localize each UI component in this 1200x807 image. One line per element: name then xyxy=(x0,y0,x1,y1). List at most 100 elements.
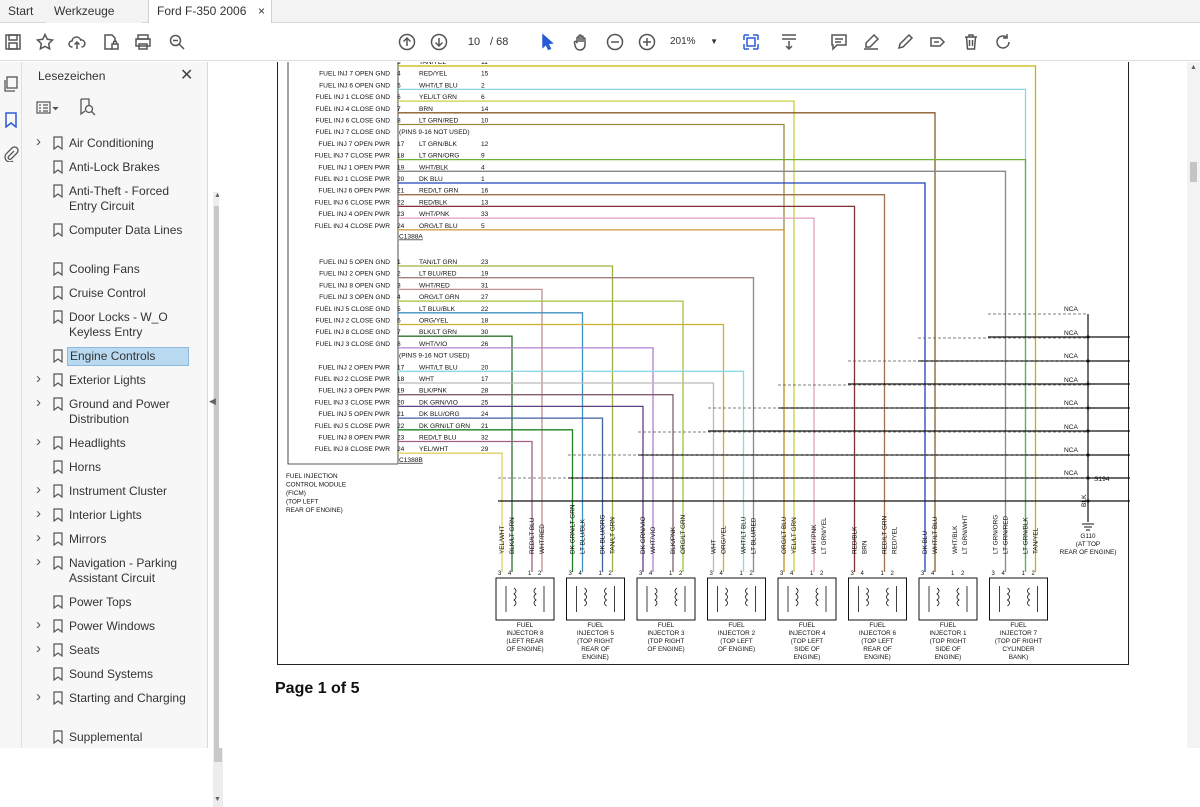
bookmark-icon xyxy=(52,619,64,637)
chevron-right-icon[interactable]: › xyxy=(36,134,41,149)
pin-number: 21 xyxy=(397,411,405,418)
wire-trace xyxy=(398,65,1037,572)
star-icon[interactable] xyxy=(34,31,56,53)
close-panel-icon[interactable]: ✕ xyxy=(180,65,193,85)
select-cursor-icon[interactable] xyxy=(536,31,558,53)
zoom-level-select[interactable]: 201% ▼ xyxy=(670,33,722,51)
print-icon[interactable] xyxy=(132,31,154,53)
tab-tools[interactable]: Werkzeuge xyxy=(46,0,142,23)
find-bookmark-icon[interactable] xyxy=(78,98,96,119)
module-label: FUEL INJECTION xyxy=(286,473,338,480)
collapse-panel-icon[interactable]: ◀ xyxy=(209,396,219,407)
zoom-in-icon[interactable] xyxy=(636,31,658,53)
page-down-icon[interactable] xyxy=(428,31,450,53)
bookmark-label: Sound Systems xyxy=(69,667,154,681)
injector-label: OF ENGINE) xyxy=(647,646,684,653)
pin-number: 18 xyxy=(397,153,405,160)
pin-function-label: FUEL INJ 2 CLOSE GND xyxy=(315,318,390,325)
pin-number: 18 xyxy=(397,376,405,383)
injector-coil-frame xyxy=(928,586,968,612)
scroll-down-icon[interactable]: ▼ xyxy=(214,796,221,803)
pin-number: 23 xyxy=(397,435,405,442)
chevron-right-icon[interactable]: › xyxy=(36,554,41,569)
injector-coil-frame xyxy=(576,586,615,612)
injector-wire-label: BRN xyxy=(862,540,869,554)
document-canvas[interactable]: 3 TAN/YEL 11 FUEL INJ 7 OPEN GND 4 RED/YEL 15 F… xyxy=(219,59,1200,748)
injector-pin-number: 2 xyxy=(820,571,824,577)
chevron-right-icon[interactable]: › xyxy=(36,434,41,449)
injector-wire-label: LT GRN/YEL xyxy=(821,517,828,554)
pin-number: 2 xyxy=(397,271,401,278)
scroll-up-icon[interactable]: ▲ xyxy=(1190,64,1197,71)
rotate-icon[interactable] xyxy=(992,31,1014,53)
wire-trace xyxy=(398,182,926,572)
pin-function-label: FUEL INJ 4 OPEN PWR xyxy=(318,211,390,218)
bookmark-icon xyxy=(52,310,64,328)
wire-color-label: RED/BLK xyxy=(419,199,448,206)
chevron-right-icon[interactable]: › xyxy=(36,641,41,656)
page-up-icon[interactable] xyxy=(396,31,418,53)
wire-color-label: YEL/WHT xyxy=(419,446,448,453)
injector-coil-icon xyxy=(865,587,890,607)
attachment-icon[interactable] xyxy=(3,146,19,165)
chevron-right-icon[interactable]: › xyxy=(36,530,41,545)
chevron-right-icon[interactable]: › xyxy=(36,689,41,704)
wire-color-label: ORG/YEL xyxy=(419,318,449,325)
close-tab-icon[interactable]: × xyxy=(258,0,265,23)
fit-page-icon[interactable] xyxy=(736,31,766,53)
page-number-input[interactable]: 10 xyxy=(462,33,486,51)
chevron-right-icon[interactable]: › xyxy=(36,395,41,410)
save-icon[interactable] xyxy=(2,31,24,53)
injector-label: OF ENGINE) xyxy=(718,646,755,653)
circuit-number: 27 xyxy=(481,294,489,301)
pin-function-label: FUEL INJ 1 OPEN PWR xyxy=(318,164,390,171)
injector-label: ENGINE) xyxy=(582,654,609,661)
pages-icon[interactable] xyxy=(3,76,19,95)
draw-icon[interactable] xyxy=(894,31,916,53)
injector-label: INJECTOR 5 xyxy=(577,630,615,637)
pin-number: 20 xyxy=(397,176,405,183)
highlight-pen-icon[interactable] xyxy=(860,31,882,53)
zoom-search-icon[interactable] xyxy=(166,31,188,53)
stamp-icon[interactable] xyxy=(926,31,948,53)
tab-start[interactable]: Start xyxy=(0,0,40,23)
lock-document-icon[interactable] xyxy=(100,31,122,53)
injector-coil-icon xyxy=(1006,587,1031,607)
injector-wire-label: WHT/LT BLU xyxy=(932,516,939,554)
pin-function-label: FUEL INJ 5 OPEN PWR xyxy=(318,411,390,418)
bookmark-options-icon[interactable] xyxy=(36,100,60,119)
bookmark-label: Engine Controls xyxy=(67,347,189,366)
chevron-right-icon[interactable]: › xyxy=(36,482,41,497)
chevron-right-icon[interactable]: › xyxy=(36,617,41,632)
circuit-number: 30 xyxy=(481,329,489,336)
injector-wire-label: TAN/LT GRN xyxy=(610,517,617,554)
hand-tool-icon[interactable] xyxy=(570,31,592,53)
wire-color-label: LT BLU/RED xyxy=(419,271,457,278)
bookmark-label: Door Locks - W_O Keyless Entry xyxy=(69,310,168,339)
injector-wire-label: WHT/LT BLU xyxy=(741,516,748,554)
chevron-right-icon[interactable]: › xyxy=(36,506,41,521)
tab-document[interactable]: Ford F-350 2006 V... × xyxy=(148,0,272,41)
bookmark-active-icon[interactable] xyxy=(3,112,19,131)
bookmark-icon xyxy=(52,508,64,526)
pin-number: 20 xyxy=(397,399,405,406)
upload-cloud-icon[interactable] xyxy=(66,31,88,53)
injector-label: (TOP LEFT xyxy=(720,638,753,645)
module-label: REAR OF ENGINE) xyxy=(286,507,343,514)
pin-function-label: FUEL INJ 6 OPEN GND xyxy=(319,82,390,89)
bookmark-label: Headlights xyxy=(69,436,126,450)
document-scrollbar-thumb[interactable] xyxy=(1190,162,1197,182)
injector-wire-label: ORG/YEL xyxy=(721,525,728,554)
document-scrollbar[interactable]: ▲ xyxy=(1187,62,1200,748)
injector-pin-number: 2 xyxy=(891,571,895,577)
pin-function-label: FUEL INJ 7 CLOSE GND xyxy=(315,129,390,136)
bookmark-icon xyxy=(52,397,64,415)
chevron-right-icon[interactable]: › xyxy=(36,371,41,386)
comment-icon[interactable] xyxy=(828,31,850,53)
bookmarks-panel: Lesezeichen ✕ › Air Conditioning Anti-Lock… xyxy=(22,62,223,807)
delete-icon[interactable] xyxy=(960,31,982,53)
injector-body xyxy=(495,577,555,621)
zoom-out-icon[interactable] xyxy=(604,31,626,53)
scroll-mode-icon[interactable] xyxy=(778,31,800,53)
injector-label: ENGINE) xyxy=(935,654,962,661)
